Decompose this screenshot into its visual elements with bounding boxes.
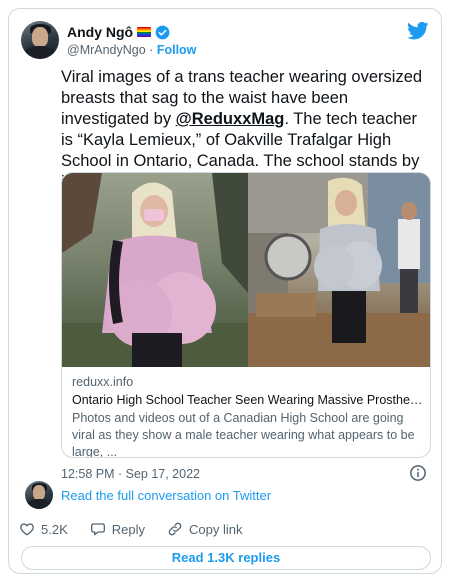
media-preview[interactable] — [62, 173, 430, 367]
author-handle-row: @MrAndyNgo · Follow — [67, 43, 196, 57]
link-meta: reduxx.info Ontario High School Teacher … — [72, 375, 424, 458]
reply-bubble-icon — [90, 523, 105, 536]
link-preview-card[interactable]: reduxx.info Ontario High School Teacher … — [61, 172, 431, 458]
read-conversation-link[interactable]: Read the full conversation on Twitter — [61, 488, 271, 503]
action-bar: 5.2K Reply Copy link — [19, 521, 242, 537]
thread-avatar[interactable] — [25, 481, 53, 509]
link-icon — [168, 522, 182, 536]
link-description: Photos and videos out of a Canadian High… — [72, 411, 415, 458]
follow-button[interactable]: Follow — [157, 43, 197, 57]
link-domain: reduxx.info — [72, 375, 134, 389]
author-name[interactable]: Andy Ngô — [67, 24, 133, 40]
reply-button[interactable]: Reply — [90, 521, 145, 537]
rainbow-flag-icon — [137, 27, 152, 37]
author-avatar[interactable] — [21, 21, 59, 59]
photo-classroom — [248, 173, 430, 367]
author-name-row: Andy Ngô — [67, 24, 170, 40]
like-count: 5.2K — [41, 521, 68, 537]
separator: · — [149, 43, 154, 57]
twitter-bird-icon[interactable] — [407, 21, 429, 41]
like-button[interactable]: 5.2K — [19, 521, 68, 537]
photo-outdoor — [62, 173, 248, 367]
mention-link[interactable]: @ReduxxMag — [176, 110, 285, 128]
tweet-embed-card: Andy Ngô @MrAndyNgo · Follow Viral image… — [8, 8, 442, 574]
heart-icon — [20, 523, 34, 536]
copy-link-label: Copy link — [189, 521, 243, 537]
tweet-timestamp[interactable]: 12:58 PM · Sep 17, 2022 — [61, 467, 200, 481]
verified-badge-icon — [155, 25, 170, 39]
info-icon[interactable] — [409, 464, 427, 482]
read-replies-button[interactable]: Read 1.3K replies — [21, 546, 431, 570]
author-handle[interactable]: @MrAndyNgo — [67, 43, 146, 57]
reply-label: Reply — [111, 521, 145, 537]
copy-link-button[interactable]: Copy link — [167, 521, 242, 537]
link-title[interactable]: Ontario High School Teacher Seen Wearing… — [72, 393, 424, 407]
